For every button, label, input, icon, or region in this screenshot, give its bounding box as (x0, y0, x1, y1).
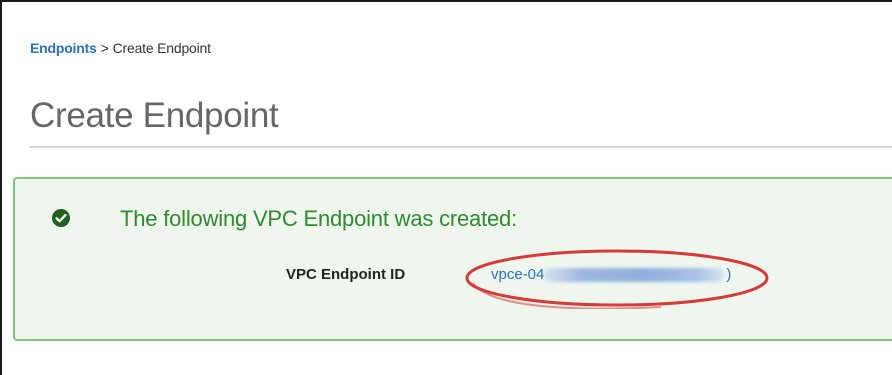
check-circle-icon (52, 209, 70, 227)
page-title: Create Endpoint (30, 96, 279, 135)
breadcrumb: Endpoints > Create Endpoint (30, 40, 211, 56)
success-message: The following VPC Endpoint was created: (120, 206, 517, 231)
breadcrumb-endpoints-link[interactable]: Endpoints (30, 40, 97, 56)
title-divider (30, 146, 892, 148)
highlight-ellipse-annotation (465, 249, 769, 309)
breadcrumb-current: Create Endpoint (112, 40, 211, 56)
breadcrumb-separator: > (100, 40, 109, 56)
vpc-endpoint-id-label: VPC Endpoint ID (286, 266, 406, 283)
